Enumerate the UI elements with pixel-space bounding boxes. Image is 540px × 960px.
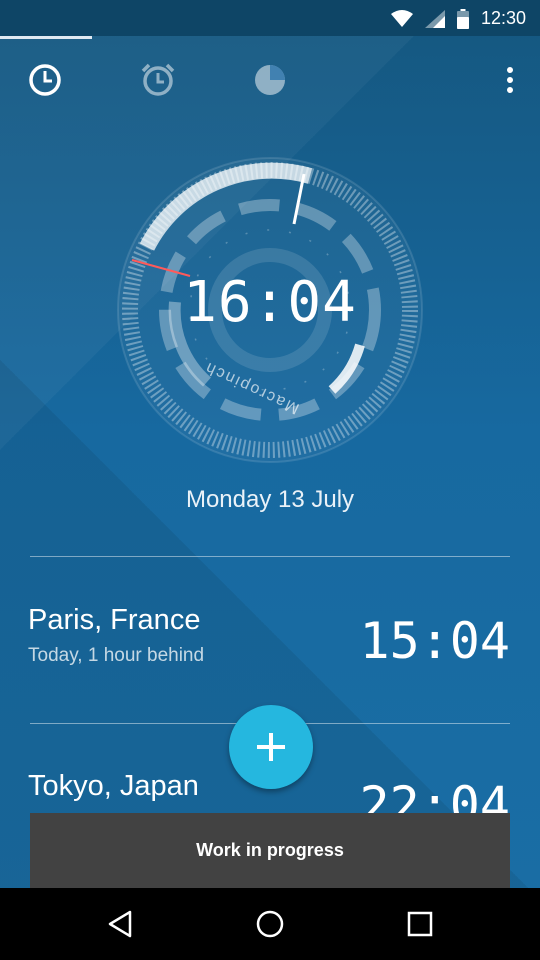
signal-icon	[424, 9, 445, 28]
city-name: Paris, France	[28, 604, 201, 636]
back-button[interactable]	[102, 906, 138, 942]
recents-icon	[407, 911, 433, 937]
snackbar-text: Work in progress	[196, 840, 344, 860]
alarm-icon	[141, 63, 175, 96]
city-time: 15:04	[359, 612, 510, 670]
timer-icon	[255, 65, 285, 95]
main-time: 16:04	[183, 270, 357, 335]
divider	[30, 556, 510, 557]
add-city-button[interactable]	[229, 705, 313, 789]
snackbar: Work in progress	[30, 813, 510, 888]
status-time: 12:30	[480, 8, 526, 28]
home-button[interactable]	[252, 906, 288, 942]
status-icons: 12:30	[390, 8, 526, 29]
tab-indicator	[0, 36, 92, 39]
navigation-bar	[0, 888, 540, 960]
tab-clock[interactable]	[25, 60, 65, 100]
tab-bar	[0, 36, 540, 124]
clock-icon	[29, 64, 61, 96]
tab-timer[interactable]	[250, 60, 290, 100]
overflow-menu-button[interactable]	[500, 64, 520, 96]
city-relative-time: Today, 1 hour behind	[28, 645, 205, 666]
status-bar: 12:30	[0, 0, 540, 36]
city-info[interactable]: Paris, France Today, 1 hour behind	[28, 604, 328, 667]
battery-icon	[456, 8, 469, 29]
wifi-icon	[390, 9, 413, 27]
back-icon	[108, 910, 132, 938]
plus-icon	[257, 733, 285, 761]
tab-alarm[interactable]	[138, 60, 178, 100]
analog-dial: 16:04 Macropinch	[112, 152, 428, 468]
recents-button[interactable]	[402, 906, 438, 942]
more-vert-icon	[507, 67, 513, 93]
home-icon	[256, 910, 284, 938]
current-date: Monday 13 July	[185, 486, 355, 513]
